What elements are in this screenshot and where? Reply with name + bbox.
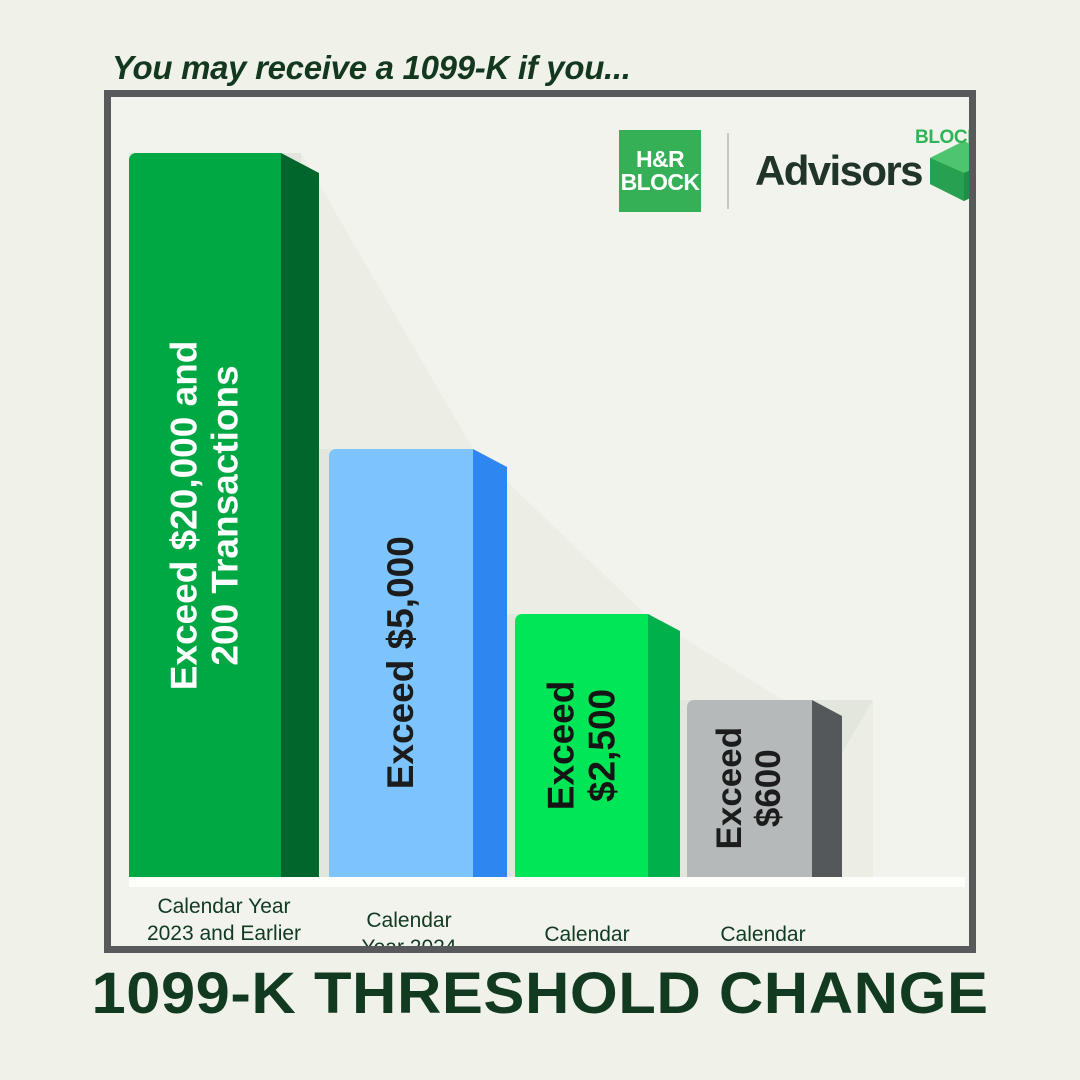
category-label-3-line-0: Calendar	[720, 923, 806, 946]
bar-calendar-year-2023-and-earlier: Exceed $20,000 and 200 Transactions	[129, 153, 319, 877]
bar-side-face-1	[473, 449, 507, 877]
bar-side-face-2	[648, 614, 680, 877]
logo-lockup: H&R BLOCK Advisors BLOCK	[619, 127, 969, 212]
block-advisors-logo: Advisors BLOCK	[755, 127, 969, 202]
chart-baseline	[129, 877, 965, 887]
bar-label-line-2-0: Exceed	[540, 680, 582, 811]
category-label-0-line-0: Calendar Year	[157, 895, 291, 918]
category-label-3-line-1: Year 2026	[683, 948, 843, 953]
bar-value-label-1: Exceed $5,000	[329, 449, 473, 877]
category-label-2-line-0: Calendar	[544, 923, 630, 946]
hexagon-cube-icon	[929, 141, 969, 201]
category-label-1-line-1: Year 2024	[361, 936, 457, 953]
category-label-1: Calendar Year 2024	[329, 907, 489, 953]
block-advisors-superscript: BLOCK	[915, 127, 976, 148]
bar-label-line-3-0: Exceed	[710, 727, 750, 850]
bar-label-line-0-1: 200 Transactions	[205, 364, 246, 666]
chart-panel-inner: H&R BLOCK Advisors BLOCK Exceed $20,000 …	[111, 97, 969, 946]
logo-divider	[727, 133, 729, 209]
category-label-0: Calendar Year 2023 and Earlier	[129, 893, 319, 946]
bar-label-line-3-1: $600	[749, 749, 789, 828]
hr-block-logo-line1: H&R	[635, 145, 685, 172]
bar-value-label-0: Exceed $20,000 and 200 Transactions	[129, 153, 281, 877]
hr-block-logo-line2: BLOCK	[620, 169, 700, 195]
bar-calendar-year-2026: Exceed $600	[687, 700, 842, 877]
category-label-2: Calendar Year 2025	[507, 921, 667, 953]
hr-block-logo: H&R BLOCK	[619, 130, 701, 212]
bar-value-label-3: Exceed $600	[687, 700, 812, 877]
category-label-1-line-0: Calendar	[366, 909, 452, 932]
bar-side-face-0	[281, 153, 319, 877]
bar-calendar-year-2025: Exceed $2,500	[515, 614, 680, 877]
category-label-3: Calendar Year 2026	[683, 921, 843, 953]
bar-side-face-3	[812, 700, 842, 877]
block-advisors-wordmark: Advisors	[755, 147, 924, 194]
category-label-0-line-1: 2023 and Earlier	[146, 922, 302, 946]
chart-panel: H&R BLOCK Advisors BLOCK Exceed $20,000 …	[104, 90, 976, 953]
bar-label-line-2-1: $2,500	[581, 688, 623, 803]
bar-calendar-year-2024: Exceed $5,000	[329, 449, 507, 877]
page-headline: You may receive a 1099-K if you...	[112, 49, 631, 86]
category-label-2-line-1: Year 2025	[507, 948, 667, 953]
bar-label-line-0-0: Exceed $20,000 and	[163, 340, 205, 690]
bar-label-line-1-0: Exceed $5,000	[380, 536, 422, 790]
page-title: 1099-K THRESHOLD CHANGE	[91, 961, 989, 1026]
bar-value-label-2: Exceed $2,500	[515, 614, 648, 877]
